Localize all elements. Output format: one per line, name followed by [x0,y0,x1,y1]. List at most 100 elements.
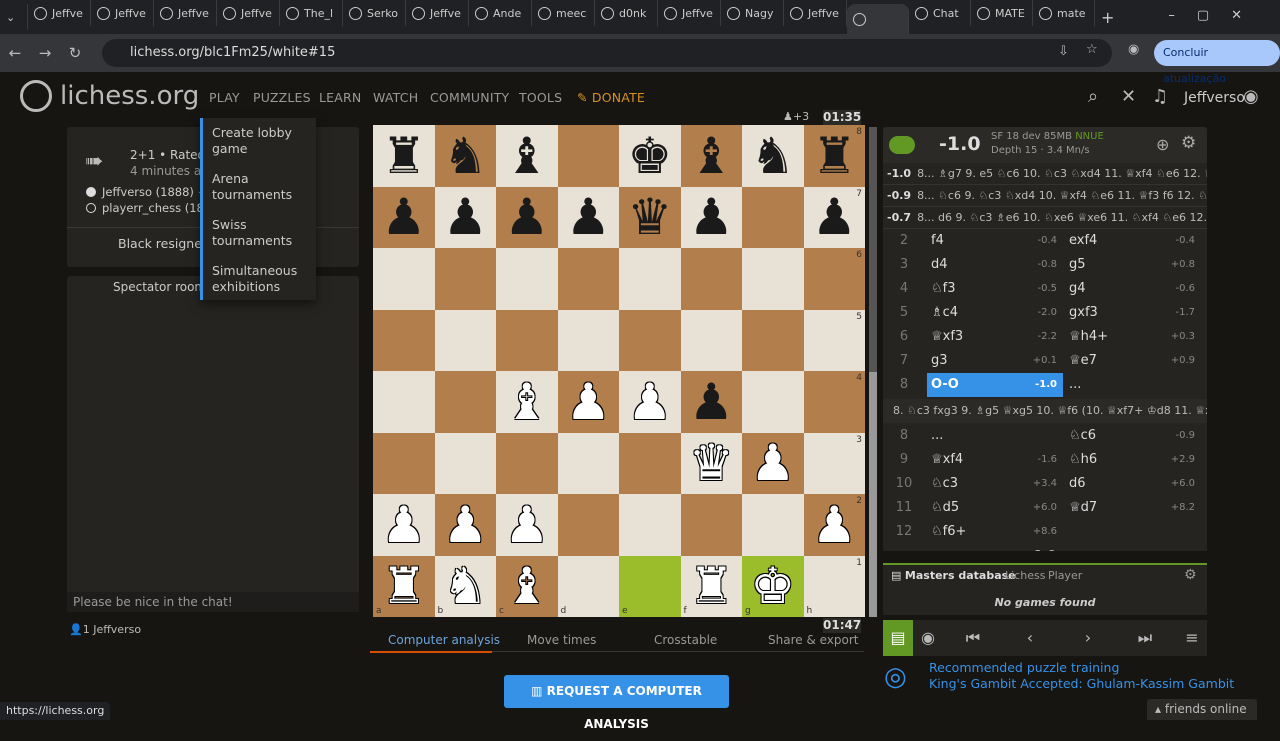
chess-piece[interactable]: ♟ [627,377,672,427]
chess-piece[interactable]: ♟ [566,377,611,427]
profile-icon[interactable]: ◉ [1128,42,1139,57]
engine-toggle[interactable] [889,136,915,154]
nav-play[interactable]: PLAY [209,90,240,105]
board-square[interactable]: ♚ g [742,555,804,617]
board-square[interactable] [557,248,619,310]
chess-piece[interactable]: ♟ [750,438,795,488]
browser-tab[interactable]: Jeffve [406,0,469,26]
board-square[interactable]: ♝ [496,125,558,187]
chess-piece[interactable]: ♟ [504,192,549,242]
chess-piece[interactable]: ♚ [627,131,672,181]
board-square[interactable]: ♞ [434,125,496,187]
browser-tab[interactable]: Chat [909,0,971,26]
board-square[interactable] [434,248,496,310]
white-move[interactable]: ♘f6+ +8.6 [927,520,1063,544]
nav-learn[interactable]: LEARN [319,90,361,105]
tab-share-export[interactable]: Share & export [768,633,859,647]
white-move[interactable]: ♕xf3 -2.2 [927,325,1063,349]
board-square[interactable]: ♟ [496,494,558,556]
board-square[interactable]: ♚ [619,125,681,187]
board-square[interactable]: ♞ [742,125,804,187]
white-player[interactable]: Jeffverso (1888) +4 [102,185,215,199]
chess-piece[interactable]: ♞ [443,131,488,181]
tab-crosstable[interactable]: Crosstable [654,633,717,647]
chess-piece[interactable]: ♟ [443,500,488,550]
board-square[interactable] [680,494,742,556]
chess-piece[interactable]: ♟ [381,500,426,550]
black-move[interactable]: exf4 -0.4 [1065,229,1201,253]
board-square[interactable]: ♜ f [680,555,742,617]
board-square[interactable]: ♟ [557,371,619,433]
explorer-tab-lichess[interactable]: Lichess [1005,569,1045,582]
board-square[interactable]: ♟ [619,371,681,433]
board-square[interactable]: 5 [803,309,865,371]
friends-online[interactable]: ▴ friends online [1147,699,1257,720]
first-move-icon[interactable]: ⏮ [953,620,993,656]
menu-arena-tournaments[interactable]: Arena tournaments [212,171,316,203]
site-logo[interactable]: lichess.org [20,80,199,112]
practice-icon[interactable]: ◉ [908,620,948,656]
board-square[interactable]: ♟ [434,494,496,556]
board-square[interactable]: ♟ [496,186,558,248]
board-square[interactable] [373,309,435,371]
board-square[interactable] [742,309,804,371]
chess-piece[interactable]: ♟ [443,192,488,242]
black-move[interactable]: gxf3 -1.7 [1065,301,1201,325]
board-square[interactable] [742,186,804,248]
board-square[interactable] [373,432,435,494]
chess-piece[interactable]: ♜ [381,561,426,611]
next-move-icon[interactable]: › [1068,620,1108,656]
prev-move-icon[interactable]: ‹ [1010,620,1050,656]
tab-computer-analysis[interactable]: Computer analysis [388,633,500,647]
user-circle-icon[interactable]: ◉ [1243,86,1259,107]
chess-piece[interactable]: ♟ [689,192,734,242]
chess-piece[interactable]: ♟ [812,192,857,242]
browser-tab[interactable]: Ande [469,0,532,26]
white-move[interactable]: ♘d5 +6.0 [927,496,1063,520]
black-move[interactable]: ♘h6 +2.9 [1065,448,1201,472]
board-square[interactable]: ♟ [373,494,435,556]
white-move[interactable]: ♘c3 +3.4 [927,472,1063,496]
request-analysis-button[interactable]: ▥ REQUEST A COMPUTER ANALYSIS [504,675,729,731]
board-square[interactable] [742,494,804,556]
chess-piece[interactable]: ♛ [627,192,672,242]
explorer-tab-masters[interactable]: ▤ Masters database [891,569,1016,582]
menu-create-lobby-game[interactable]: Create lobby game [212,125,316,157]
black-move[interactable]: ♕h4+ +0.3 [1065,325,1201,349]
variation-line[interactable]: 8. ♘c3 fxg3 9. ♗g5 ♕xg5 10. ♕f6 (10. ♕xf… [883,399,1207,423]
board-square[interactable] [373,371,435,433]
browser-tab[interactable]: Nagy [721,0,784,26]
pv-line[interactable]: -1.0 8... ♗g7 9. e5 ♘c6 10. ♘c3 ♘xd4 11. … [883,163,1207,185]
board-square[interactable]: e [619,555,681,617]
browser-tab[interactable]: Jeffve [658,0,721,26]
board-square[interactable]: ♝ [496,371,558,433]
board-square[interactable] [619,494,681,556]
board-square[interactable] [619,248,681,310]
browser-tab[interactable]: Jeffve [28,0,91,26]
white-move[interactable]: ♕xf4 -1.6 [927,448,1063,472]
board-square[interactable]: d [557,555,619,617]
spectator-title[interactable]: Spectator room [113,280,206,294]
url-field[interactable]: lichess.org/blc1Fm25/white#15 [102,39,1112,67]
chess-piece[interactable]: ♟ [504,500,549,550]
board-square[interactable] [496,309,558,371]
board-square[interactable]: ♟ [680,186,742,248]
chess-piece[interactable]: ♟ [812,500,857,550]
new-tab-button[interactable]: + [1101,8,1114,27]
chess-piece[interactable]: ♟ [381,192,426,242]
forward-icon[interactable]: → [30,44,60,62]
user-menu[interactable]: Jeffverso [1184,90,1245,106]
menu-simultaneous-exhibitions[interactable]: Simultaneous exhibitions [212,263,316,295]
browser-tab[interactable]: Serko [343,0,406,26]
board-square[interactable] [557,432,619,494]
board-square[interactable]: 3 [803,432,865,494]
board-square[interactable] [496,432,558,494]
chess-piece[interactable]: ♚ [750,561,795,611]
tab-move-times[interactable]: Move times [527,633,596,647]
pv-line[interactable]: -0.9 8... ♘c6 9. ♘c3 ♘xd4 10. ♕xf4 ♘e6 11… [883,185,1207,207]
board-square[interactable] [680,309,742,371]
chess-piece[interactable]: ♟ [566,192,611,242]
nav-community[interactable]: COMMUNITY [430,90,509,105]
browser-tab[interactable]: Jeffve [784,0,847,26]
black-move[interactable]: g4 -0.6 [1065,277,1201,301]
